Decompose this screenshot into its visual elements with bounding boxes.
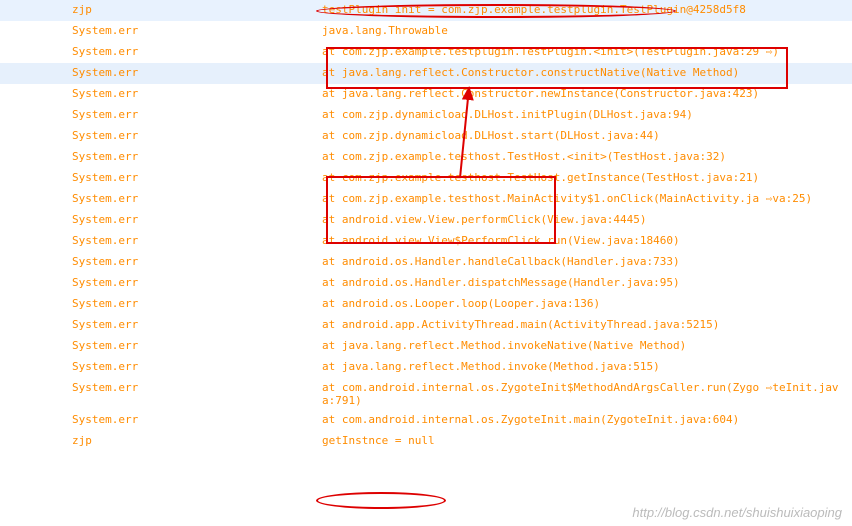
log-row[interactable]: System.errat android.view.View$PerformCl…: [0, 231, 852, 252]
row-spacer: [0, 357, 70, 378]
log-message: at com.zjp.example.testhost.TestHost.get…: [320, 168, 852, 189]
log-tag: zjp: [70, 431, 320, 452]
log-row[interactable]: System.errat com.zjp.dynamicload.DLHost.…: [0, 105, 852, 126]
log-tag: System.err: [70, 21, 320, 42]
annotation-oval-bottom: [316, 492, 446, 509]
log-message: at com.android.internal.os.ZygoteInit$Me…: [320, 378, 852, 410]
log-message: at android.app.ActivityThread.main(Activ…: [320, 315, 852, 336]
row-spacer: [0, 273, 70, 294]
log-row[interactable]: System.errat android.app.ActivityThread.…: [0, 315, 852, 336]
log-message: getInstnce = null: [320, 431, 852, 452]
log-row[interactable]: System.errat com.android.internal.os.Zyg…: [0, 378, 852, 410]
log-message: at com.zjp.example.testhost.MainActivity…: [320, 189, 852, 210]
log-row[interactable]: System.errat android.os.Handler.dispatch…: [0, 273, 852, 294]
log-tag: System.err: [70, 336, 320, 357]
log-table: zjptestPlugin init = com.zjp.example.tes…: [0, 0, 852, 452]
log-tag: System.err: [70, 231, 320, 252]
log-row[interactable]: System.errat com.android.internal.os.Zyg…: [0, 410, 852, 431]
log-message: java.lang.Throwable: [320, 21, 852, 42]
log-row[interactable]: zjptestPlugin init = com.zjp.example.tes…: [0, 0, 852, 21]
log-row[interactable]: System.errat android.view.View.performCl…: [0, 210, 852, 231]
log-tag: System.err: [70, 126, 320, 147]
log-row[interactable]: System.errat com.zjp.example.testhost.Te…: [0, 147, 852, 168]
row-spacer: [0, 126, 70, 147]
row-spacer: [0, 336, 70, 357]
log-row[interactable]: System.errat java.lang.reflect.Method.in…: [0, 357, 852, 378]
log-message: at com.zjp.dynamicload.DLHost.start(DLHo…: [320, 126, 852, 147]
log-message: at android.os.Handler.handleCallback(Han…: [320, 252, 852, 273]
log-row[interactable]: System.errat com.zjp.example.testhost.Te…: [0, 168, 852, 189]
row-spacer: [0, 105, 70, 126]
log-message: at java.lang.reflect.Constructor.constru…: [320, 63, 852, 84]
row-spacer: [0, 378, 70, 410]
log-tag: System.err: [70, 147, 320, 168]
row-spacer: [0, 189, 70, 210]
log-tag: System.err: [70, 63, 320, 84]
log-row[interactable]: System.errjava.lang.Throwable: [0, 21, 852, 42]
log-tag: System.err: [70, 357, 320, 378]
log-tag: System.err: [70, 42, 320, 63]
log-tag: System.err: [70, 84, 320, 105]
log-tag: System.err: [70, 210, 320, 231]
row-spacer: [0, 431, 70, 452]
log-tag: System.err: [70, 189, 320, 210]
log-tag: System.err: [70, 294, 320, 315]
log-message: at android.view.View.performClick(View.j…: [320, 210, 852, 231]
row-spacer: [0, 21, 70, 42]
log-tag: System.err: [70, 105, 320, 126]
log-tag: System.err: [70, 410, 320, 431]
log-tag: System.err: [70, 273, 320, 294]
row-spacer: [0, 410, 70, 431]
row-spacer: [0, 168, 70, 189]
row-spacer: [0, 84, 70, 105]
log-message: at com.android.internal.os.ZygoteInit.ma…: [320, 410, 852, 431]
log-tag: System.err: [70, 378, 320, 410]
log-message: at java.lang.reflect.Method.invokeNative…: [320, 336, 852, 357]
log-message: at java.lang.reflect.Method.invoke(Metho…: [320, 357, 852, 378]
log-message: at android.view.View$PerformClick.run(Vi…: [320, 231, 852, 252]
log-tag: System.err: [70, 315, 320, 336]
log-row[interactable]: System.errat com.zjp.example.testhost.Ma…: [0, 189, 852, 210]
log-message: at java.lang.reflect.Constructor.newInst…: [320, 84, 852, 105]
row-spacer: [0, 252, 70, 273]
row-spacer: [0, 147, 70, 168]
row-spacer: [0, 231, 70, 252]
log-row[interactable]: System.errat java.lang.reflect.Construct…: [0, 84, 852, 105]
log-message: testPlugin init = com.zjp.example.testpl…: [320, 0, 852, 21]
row-spacer: [0, 63, 70, 84]
log-row[interactable]: zjpgetInstnce = null: [0, 431, 852, 452]
log-message: at com.zjp.example.testplugin.TestPlugin…: [320, 42, 852, 63]
row-spacer: [0, 0, 70, 21]
log-message: at android.os.Handler.dispatchMessage(Ha…: [320, 273, 852, 294]
log-tag: zjp: [70, 0, 320, 21]
row-spacer: [0, 210, 70, 231]
row-spacer: [0, 294, 70, 315]
log-row[interactable]: System.errat java.lang.reflect.Method.in…: [0, 336, 852, 357]
row-spacer: [0, 315, 70, 336]
log-message: at com.zjp.dynamicload.DLHost.initPlugin…: [320, 105, 852, 126]
watermark-text: http://blog.csdn.net/shuishuixiaoping: [632, 505, 842, 520]
log-tag: System.err: [70, 252, 320, 273]
log-row[interactable]: System.errat com.zjp.example.testplugin.…: [0, 42, 852, 63]
log-row[interactable]: System.errat android.os.Looper.loop(Loop…: [0, 294, 852, 315]
log-message: at android.os.Looper.loop(Looper.java:13…: [320, 294, 852, 315]
log-row[interactable]: System.errat android.os.Handler.handleCa…: [0, 252, 852, 273]
log-message: at com.zjp.example.testhost.TestHost.<in…: [320, 147, 852, 168]
log-row[interactable]: System.errat java.lang.reflect.Construct…: [0, 63, 852, 84]
log-row[interactable]: System.errat com.zjp.dynamicload.DLHost.…: [0, 126, 852, 147]
log-tag: System.err: [70, 168, 320, 189]
row-spacer: [0, 42, 70, 63]
